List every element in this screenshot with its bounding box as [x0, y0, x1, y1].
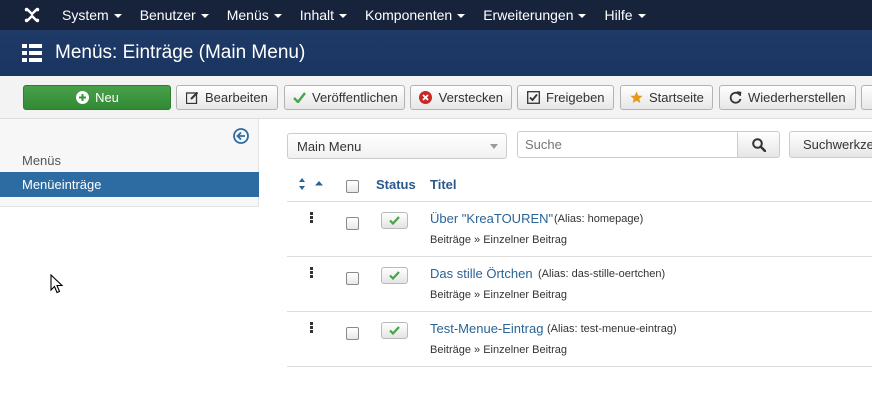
collapse-sidebar-icon[interactable]	[233, 128, 249, 144]
table-row: Test-Menue-Eintrag (Alias: test-menue-ei…	[287, 312, 872, 367]
table-header: Status Titel	[287, 168, 872, 202]
edit-icon	[185, 91, 199, 105]
caret-down-icon	[113, 14, 122, 18]
row-checkbox[interactable]	[346, 272, 359, 285]
drag-handle-icon[interactable]	[310, 267, 314, 279]
published-toggle[interactable]	[381, 267, 408, 284]
sidebar-item-menu-items[interactable]: Menüeinträge	[0, 172, 259, 197]
unpublish-button[interactable]: Verstecken	[410, 85, 512, 110]
refresh-icon	[728, 91, 742, 105]
search-input[interactable]	[517, 131, 738, 158]
check-icon	[389, 271, 400, 280]
nav-inhalt[interactable]: Inhalt	[291, 0, 356, 30]
search-tools-button[interactable]: Suchwerkzeuge	[789, 131, 872, 158]
nav-komponenten[interactable]: Komponenten	[356, 0, 474, 30]
joomla-logo-icon[interactable]	[17, 0, 47, 30]
item-type: Beiträge » Einzelner Beitrag	[430, 234, 567, 246]
check-icon	[389, 216, 400, 225]
item-alias: (Alias: homepage)	[554, 213, 644, 225]
list-icon	[22, 44, 42, 62]
item-type: Beiträge » Einzelner Beitrag	[430, 344, 567, 356]
item-title-link[interactable]: Test-Menue-Eintrag	[430, 321, 543, 336]
caret-down-icon	[578, 14, 587, 18]
published-toggle[interactable]	[381, 322, 408, 339]
plus-circle-icon	[75, 91, 89, 105]
table-row: Das stille Örtchen (Alias: das-stille-oe…	[287, 257, 872, 312]
page-title: Menüs: Einträge (Main Menu)	[55, 42, 306, 63]
nav-erweiterungen[interactable]: Erweiterungen	[474, 0, 595, 30]
nav-hilfe[interactable]: Hilfe	[595, 0, 654, 30]
home-button[interactable]: Startseite	[620, 85, 713, 110]
menu-select[interactable]: Main Menu	[287, 133, 507, 159]
item-title-link[interactable]: Das stille Örtchen	[430, 266, 533, 281]
published-toggle[interactable]	[381, 212, 408, 229]
check-icon	[293, 91, 306, 105]
item-type: Beiträge » Einzelner Beitrag	[430, 289, 567, 301]
drag-handle-icon[interactable]	[310, 322, 314, 334]
checkbox-icon	[526, 91, 540, 105]
search-button[interactable]	[737, 131, 780, 158]
status-column-header[interactable]: Status	[376, 177, 416, 192]
item-alias: (Alias: das-stille-oertchen)	[538, 268, 666, 280]
item-title-link[interactable]: Über "KreaTOUREN"	[430, 211, 553, 226]
rebuild-button[interactable]: Wiederherstellen	[719, 85, 856, 110]
row-checkbox[interactable]	[346, 327, 359, 340]
remove-circle-icon	[419, 91, 433, 105]
caret-down-icon	[637, 14, 646, 18]
chevron-down-icon	[490, 144, 498, 149]
caret-down-icon	[339, 14, 348, 18]
table-row: Über "KreaTOUREN" (Alias: homepage) Beit…	[287, 202, 872, 257]
more-button[interactable]	[861, 85, 872, 110]
page-header: Menüs: Einträge (Main Menu)	[0, 30, 872, 76]
title-column-header[interactable]: Titel	[430, 177, 457, 192]
mouse-cursor-icon	[50, 274, 64, 294]
caret-down-icon	[200, 14, 209, 18]
sidebar: Menüs Menüeinträge	[0, 119, 259, 207]
edit-button[interactable]: Bearbeiten	[176, 85, 278, 110]
new-button[interactable]: Neu	[23, 85, 171, 110]
caret-down-icon	[457, 14, 466, 18]
star-icon	[629, 91, 643, 105]
top-navbar: System Benutzer Menüs Inhalt Komponenten…	[0, 0, 872, 30]
item-alias: (Alias: test-menue-eintrag)	[547, 323, 677, 335]
check-icon	[389, 326, 400, 335]
select-all-checkbox[interactable]	[346, 180, 359, 193]
nav-system[interactable]: System	[53, 0, 131, 30]
nav-benutzer[interactable]: Benutzer	[131, 0, 218, 30]
toolbar: Neu Bearbeiten Veröffentlichen Verstecke…	[0, 76, 872, 119]
nav-menus[interactable]: Menüs	[218, 0, 291, 30]
sidebar-item-menus[interactable]: Menüs	[0, 148, 259, 173]
sort-icon[interactable]	[299, 178, 325, 190]
checkin-button[interactable]: Freigeben	[517, 85, 614, 110]
caret-down-icon	[273, 14, 282, 18]
search-icon	[751, 137, 766, 152]
publish-button[interactable]: Veröffentlichen	[284, 85, 405, 110]
row-checkbox[interactable]	[346, 217, 359, 230]
drag-handle-icon[interactable]	[310, 212, 314, 224]
